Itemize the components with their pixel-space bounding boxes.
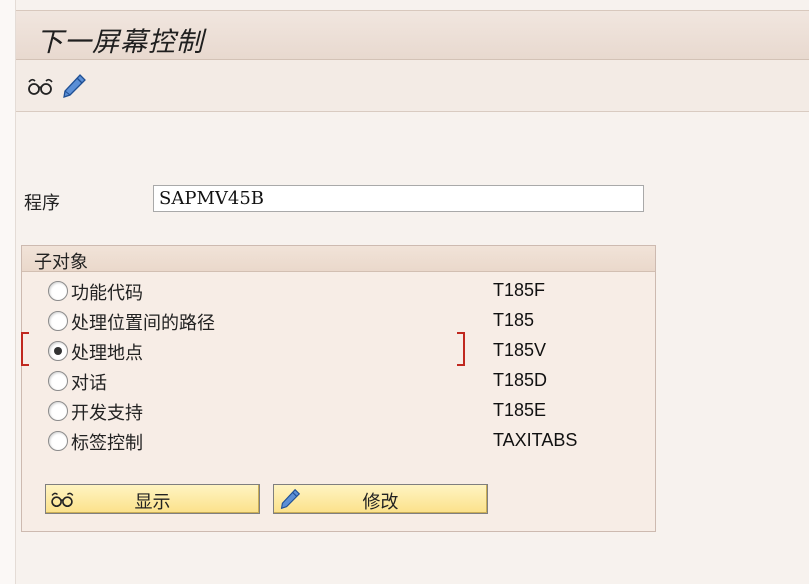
program-input[interactable] bbox=[153, 185, 644, 212]
program-label: 程序 bbox=[24, 193, 60, 214]
radio-button[interactable] bbox=[48, 281, 68, 301]
option-tab-control[interactable]: 标签控制 TAXITABS bbox=[46, 428, 646, 454]
radio-selected-dot bbox=[54, 347, 62, 355]
change-button-label: 修改 bbox=[362, 492, 399, 513]
option-function-code[interactable]: 功能代码 T185F bbox=[46, 278, 646, 304]
focus-bracket-left bbox=[21, 332, 29, 366]
group-title: 子对象 bbox=[34, 252, 88, 273]
option-label: 处理位置间的路径 bbox=[71, 313, 215, 334]
title-bar: 下一屏幕控制 bbox=[16, 10, 809, 60]
display-button-label: 显示 bbox=[134, 492, 171, 513]
option-table-code: T185E bbox=[493, 400, 547, 420]
pencil-icon[interactable] bbox=[60, 73, 88, 99]
application-toolbar bbox=[16, 60, 809, 112]
option-label: 标签控制 bbox=[71, 433, 143, 454]
radio-button[interactable] bbox=[48, 371, 68, 391]
option-development-support[interactable]: 开发支持 T185E bbox=[46, 398, 646, 424]
radio-button[interactable] bbox=[48, 311, 68, 331]
glasses-icon[interactable] bbox=[26, 73, 54, 99]
radio-button[interactable] bbox=[48, 431, 68, 451]
change-button[interactable]: 修改 bbox=[273, 484, 488, 514]
option-label: 功能代码 bbox=[71, 283, 143, 304]
option-label: 开发支持 bbox=[71, 403, 143, 424]
option-table-code: T185V bbox=[493, 340, 547, 360]
group-header: 子对象 bbox=[22, 246, 655, 273]
option-label: 处理地点 bbox=[71, 343, 143, 364]
option-processing-path[interactable]: 处理位置间的路径 T185 bbox=[46, 308, 646, 334]
option-dialog[interactable]: 对话 T185D bbox=[46, 368, 646, 394]
radio-button[interactable] bbox=[48, 401, 68, 421]
page-title: 下一屏幕控制 bbox=[36, 27, 204, 58]
option-label: 对话 bbox=[71, 373, 107, 394]
option-table-code: T185F bbox=[493, 280, 546, 300]
option-table-code: TAXITABS bbox=[493, 430, 578, 450]
focus-bracket-right bbox=[457, 332, 465, 366]
display-button[interactable]: 显示 bbox=[45, 484, 260, 514]
option-table-code: T185 bbox=[493, 310, 535, 330]
radio-button-selected[interactable] bbox=[48, 341, 68, 361]
option-table-code: T185D bbox=[493, 370, 548, 390]
left-margin-strip bbox=[0, 0, 16, 584]
option-processing-location[interactable]: 处理地点 T185V bbox=[46, 338, 646, 364]
